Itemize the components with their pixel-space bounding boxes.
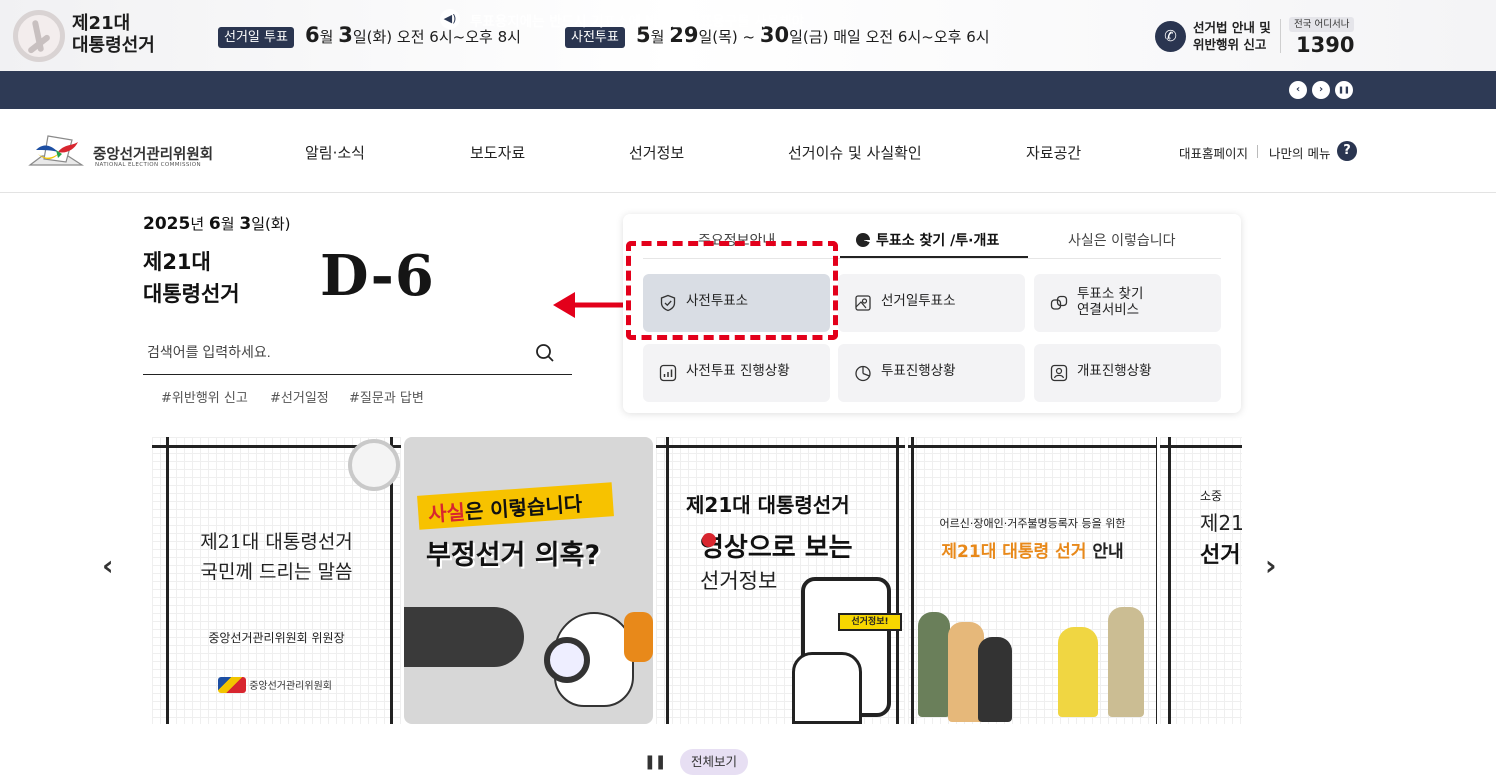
tab-fact-check[interactable]: 사실은 이렇습니다 <box>1068 230 1176 250</box>
tile-voting-progress[interactable]: 투표진행상황 <box>838 344 1025 402</box>
election-day-badge: 선거일 투표 <box>218 27 294 48</box>
active-tab-indicator <box>840 256 1028 258</box>
carousel-slide-partial[interactable]: 소중 제21 선거 <box>1160 437 1242 724</box>
org-subtitle: NATIONAL ELECTION COMMISSION <box>95 162 202 168</box>
hand-image <box>792 652 862 724</box>
hotline-chip: 전국 어디서나 <box>1289 17 1355 32</box>
nec-logo-icon <box>218 677 246 693</box>
person-image <box>1108 607 1144 717</box>
highlight-annotation <box>626 241 838 340</box>
notice-prev-button[interactable]: ‹ <box>1289 81 1307 99</box>
tile-polling-finder-service[interactable]: 투표소 찾기 연결서비스 <box>1034 274 1221 332</box>
org-name[interactable]: 중앙선거관리위원회 <box>93 143 213 164</box>
carousel-prev-button[interactable]: ‹ <box>102 549 114 582</box>
handshake-image <box>404 607 524 667</box>
carousel-slide-factcheck[interactable]: 사실은 이렇습니다 부정선거 의혹? <box>404 437 653 724</box>
divider <box>1257 145 1258 158</box>
bar-chart-icon <box>659 364 677 382</box>
election-logo-icon <box>348 439 400 491</box>
pie-chart-icon <box>856 233 870 247</box>
carousel-slide-accessibility[interactable]: 어르신·장애인·거주불명등록자 등을 위한 제21대 대통령 선거 안내 <box>908 437 1157 724</box>
carousel-next-button[interactable]: › <box>1265 549 1277 582</box>
tag-election-schedule[interactable]: #선거일정 <box>270 387 329 406</box>
election-name: 제21대 대통령선거 <box>143 250 240 306</box>
notice-bar <box>0 71 1496 109</box>
banner-title: 제21대 대통령선거 <box>72 13 155 56</box>
election-logo-icon <box>13 10 65 62</box>
main-navigation: 중앙선거관리위원회 NATIONAL ELECTION COMMISSION 알… <box>0 109 1496 193</box>
dday-counter: D-6 <box>320 243 435 309</box>
tile-counting-progress[interactable]: 개표진행상황 <box>1034 344 1221 402</box>
help-icon[interactable]: ? <box>1337 141 1357 161</box>
notice-text[interactable]: 투표용지에는 반드시 기표소에 비치된 기표용구를 사용해야 <box>470 10 804 30</box>
magnifier-icon <box>544 637 590 683</box>
carousel-slide-statement[interactable]: 제21대 대통령선거 국민께 드리는 말씀 중앙선거관리위원회 위원장 중앙선거… <box>152 437 401 724</box>
play-icon <box>702 533 716 547</box>
hotline-number[interactable]: 1390 <box>1296 33 1354 57</box>
red-arrow-icon <box>553 292 629 318</box>
tile-early-voting-progress[interactable]: 사전투표 진행상황 <box>643 344 830 402</box>
election-date: 2025년 6월 3일(화) <box>143 214 291 234</box>
carousel-slide-video-info[interactable]: 제21대 대통령선거 영상으로 보는 선거정보 선거정보! <box>656 437 905 724</box>
person-card-icon <box>1050 364 1068 382</box>
nav-item-press[interactable]: 보도자료 <box>470 142 525 163</box>
view-all-button[interactable]: 전체보기 <box>680 749 749 775</box>
notice-next-button[interactable]: › <box>1312 81 1330 99</box>
search-icon[interactable] <box>535 343 555 363</box>
hotline-label: 선거법 안내 및 위반행위 신고 <box>1193 20 1271 52</box>
early-voting-badge: 사전투표 <box>565 27 625 48</box>
map-icon <box>855 295 871 311</box>
tag-violation-report[interactable]: #위반행위 신고 <box>161 387 248 406</box>
nav-item-issues-factcheck[interactable]: 선거이슈 및 사실확인 <box>788 142 922 163</box>
search-box <box>143 333 572 375</box>
person-image <box>918 612 950 717</box>
search-input[interactable] <box>147 341 517 363</box>
nec-logo-icon[interactable] <box>28 132 86 172</box>
wheelchair-person-image <box>1058 627 1098 717</box>
phone-icon: ✆ <box>1155 21 1186 52</box>
notice-pause-button[interactable]: ❚❚ <box>1335 81 1353 99</box>
tag-faq[interactable]: #질문과 답변 <box>349 387 424 406</box>
speaker-icon: ◀) <box>440 9 460 29</box>
carousel-pause-button[interactable]: ❚❚ <box>644 754 666 770</box>
my-menu-link[interactable]: 나만의 메뉴 <box>1269 143 1330 162</box>
nav-item-archive[interactable]: 자료공간 <box>1026 142 1081 163</box>
pie-chart-icon <box>855 365 871 382</box>
tab-polling-place[interactable]: 투표소 찾기 /투·개표 <box>856 230 999 250</box>
person-image <box>978 637 1012 722</box>
nav-item-election-info[interactable]: 선거정보 <box>629 142 684 163</box>
banner-carousel: 제21대 대통령선거 국민께 드리는 말씀 중앙선거관리위원회 위원장 중앙선거… <box>152 437 1242 724</box>
divider <box>1280 19 1281 53</box>
main-homepage-link[interactable]: 대표홈페이지 <box>1179 143 1248 162</box>
nav-item-news[interactable]: 알림·소식 <box>305 142 365 163</box>
link-icon <box>1050 295 1068 310</box>
tile-election-day-place[interactable]: 선거일투표소 <box>838 274 1025 332</box>
